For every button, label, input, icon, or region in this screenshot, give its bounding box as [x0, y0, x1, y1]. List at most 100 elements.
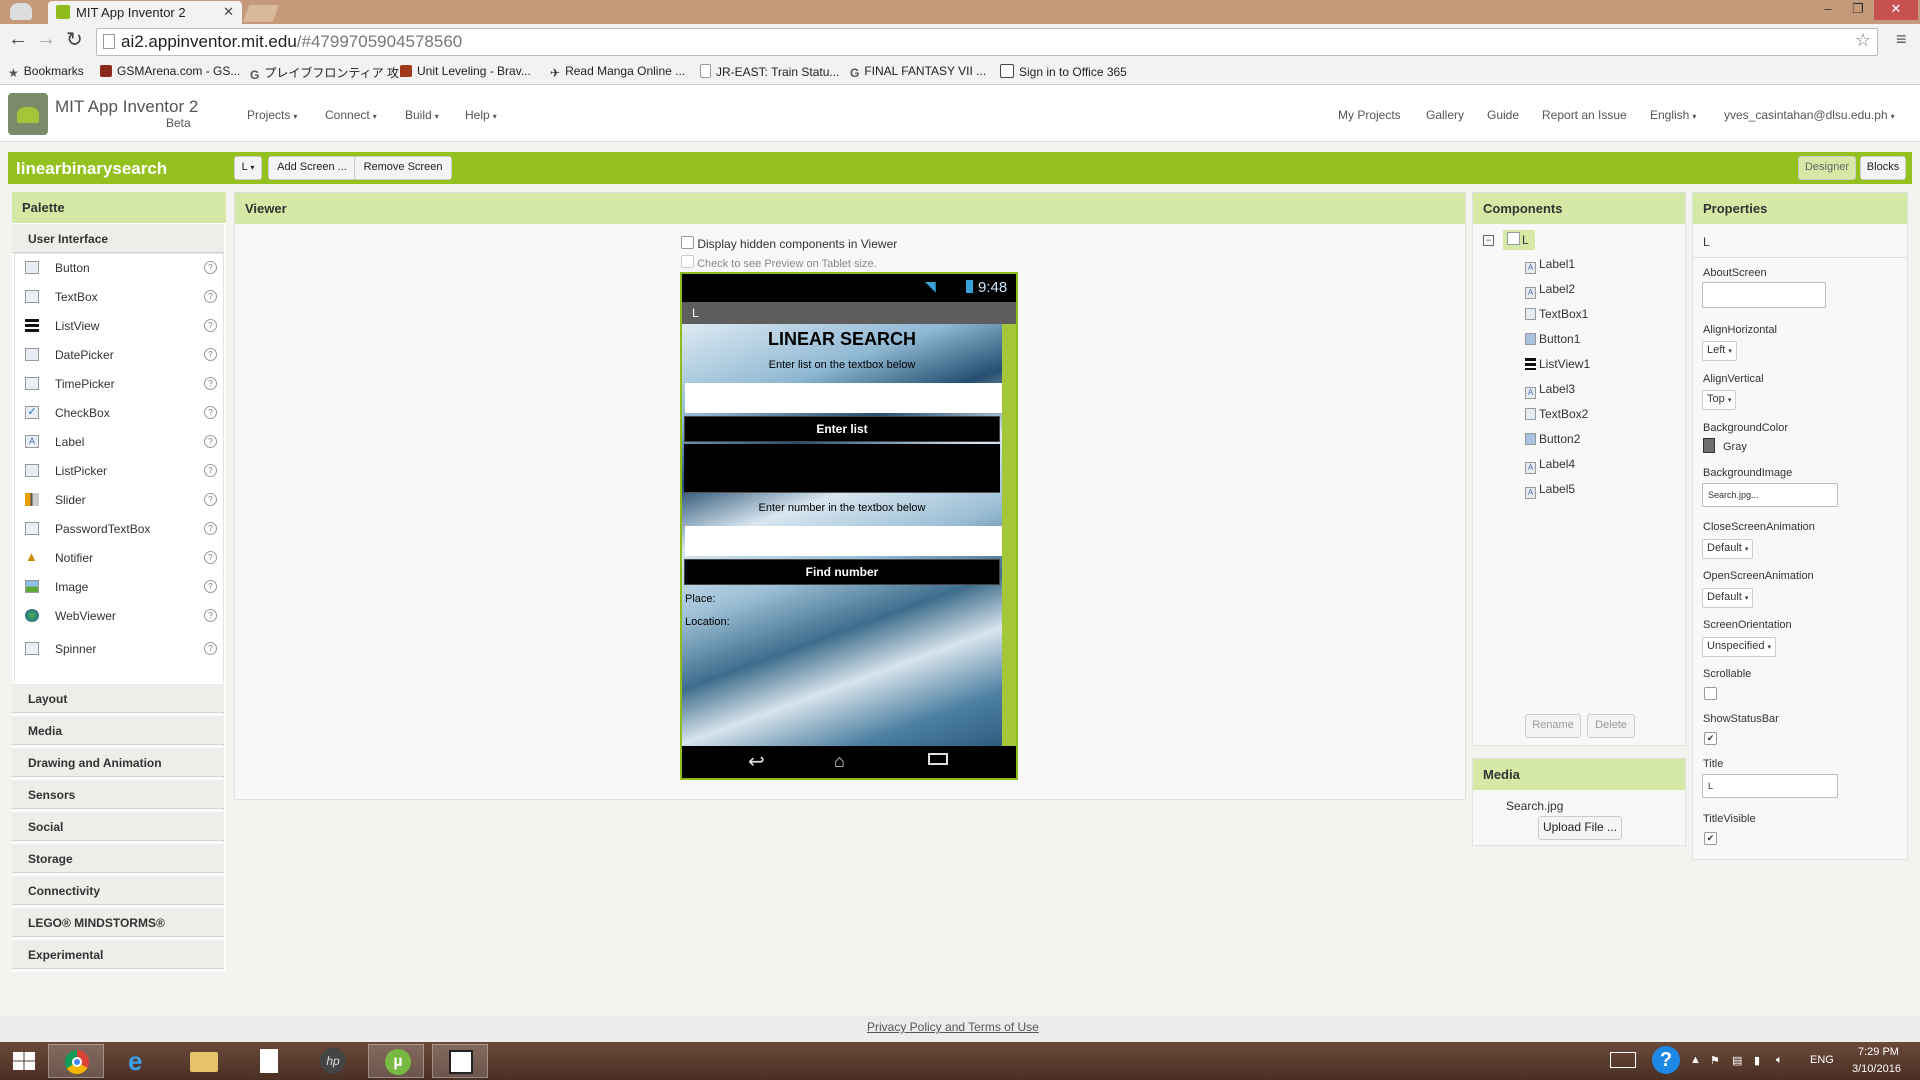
window-close-button[interactable]: ✕: [1874, 0, 1918, 20]
reload-icon[interactable]: ↻: [66, 27, 83, 52]
palette-item-notifier[interactable]: ▲ Notifier?: [15, 544, 225, 572]
star-icon[interactable]: ☆: [1855, 30, 1871, 51]
drawer-experimental[interactable]: Experimental: [12, 939, 224, 969]
privacy-policy-link[interactable]: Privacy Policy and Terms of Use: [867, 1020, 1039, 1034]
upload-file-button[interactable]: Upload File ...: [1538, 816, 1622, 840]
back-icon[interactable]: ←: [8, 28, 28, 51]
prop-scrollable-checkbox[interactable]: [1704, 687, 1717, 700]
bookmark-final-fantasy[interactable]: G FINAL FANTASY VII ...: [850, 64, 986, 80]
address-bar[interactable]: ai2.appinventor.mit.edu/#479970590457856…: [96, 28, 1878, 56]
hidden-components-option[interactable]: Display hidden components in Viewer: [681, 236, 897, 251]
help-icon[interactable]: ?: [204, 551, 217, 564]
tab-close-icon[interactable]: ✕: [223, 4, 234, 20]
browser-tab[interactable]: MIT App Inventor 2 ✕: [48, 1, 242, 24]
palette-item-button[interactable]: Button?: [15, 254, 225, 282]
palette-item-datepicker[interactable]: DatePicker?: [15, 341, 225, 369]
menu-projects[interactable]: Projects ▾: [247, 108, 297, 122]
palette-item-slider[interactable]: Slider?: [15, 486, 225, 514]
palette-item-listpicker[interactable]: ListPicker?: [15, 457, 225, 485]
link-report-issue[interactable]: Report an Issue: [1542, 108, 1627, 122]
palette-item-label[interactable]: A Label?: [15, 428, 225, 456]
tree-item-label2[interactable]: A Label2: [1525, 282, 1575, 299]
add-screen-button[interactable]: Add Screen ...: [268, 156, 356, 180]
phone-list-textbox[interactable]: [685, 383, 1002, 413]
show-hidden-icons-icon[interactable]: ▲: [1690, 1054, 1701, 1066]
prop-about-screen-input[interactable]: [1702, 282, 1826, 308]
prop-title-visible-checkbox[interactable]: ✔: [1704, 832, 1717, 845]
help-icon[interactable]: ?: [204, 290, 217, 303]
tree-item-label4[interactable]: A Label4: [1525, 457, 1575, 474]
prop-align-vertical-dropdown[interactable]: Top ▾: [1702, 390, 1737, 410]
delete-button[interactable]: Delete: [1587, 714, 1635, 738]
bookmark-read-manga[interactable]: ✈ Read Manga Online ...: [550, 64, 685, 80]
file-explorer-icon[interactable]: [176, 1044, 232, 1078]
bookmark-brave-frontier[interactable]: G プレイブフロンティア 攻...: [250, 64, 409, 82]
keyboard-icon[interactable]: [1610, 1052, 1636, 1068]
help-icon[interactable]: ?: [204, 406, 217, 419]
help-icon[interactable]: ?: [204, 377, 217, 390]
tree-item-textbox2[interactable]: TextBox2: [1525, 407, 1588, 421]
chrome-taskbar-icon[interactable]: [48, 1044, 104, 1078]
help-icon[interactable]: ?: [204, 319, 217, 332]
help-icon[interactable]: ?: [204, 642, 217, 655]
chrome-user-icon[interactable]: [10, 3, 32, 20]
tree-item-label5[interactable]: A Label5: [1525, 482, 1575, 499]
tree-item-label3[interactable]: A Label3: [1525, 382, 1575, 399]
prop-screen-orientation-dropdown[interactable]: Unspecified ▾: [1702, 637, 1777, 657]
drawer-storage[interactable]: Storage: [12, 843, 224, 873]
help-icon[interactable]: ?: [204, 493, 217, 506]
phone-enter-list-button[interactable]: Enter list: [684, 416, 1000, 442]
link-gallery[interactable]: Gallery: [1426, 108, 1464, 122]
drawer-layout[interactable]: Layout: [12, 683, 224, 713]
taskbar-time[interactable]: 7:29 PM: [1858, 1046, 1899, 1058]
help-icon[interactable]: ?: [1652, 1046, 1680, 1074]
prop-title-input[interactable]: L: [1702, 774, 1838, 798]
palette-item-listview[interactable]: ListView?: [15, 312, 225, 340]
link-guide[interactable]: Guide: [1487, 108, 1519, 122]
help-icon[interactable]: ?: [204, 261, 217, 274]
tablet-preview-checkbox[interactable]: [681, 255, 694, 268]
prop-background-color-picker[interactable]: Gray: [1703, 438, 1747, 453]
remove-screen-button[interactable]: Remove Screen: [354, 156, 452, 180]
drawer-drawing-animation[interactable]: Drawing and Animation: [12, 747, 224, 777]
component-root-screen[interactable]: L: [1503, 230, 1535, 250]
menu-connect[interactable]: Connect ▾: [325, 108, 377, 122]
help-icon[interactable]: ?: [204, 609, 217, 622]
palette-item-checkbox[interactable]: ✓ CheckBox?: [15, 399, 225, 427]
rename-button[interactable]: Rename: [1525, 714, 1581, 738]
menu-help[interactable]: Help ▾: [465, 108, 497, 122]
input-language[interactable]: ENG: [1810, 1054, 1834, 1066]
palette-item-passwordtextbox[interactable]: PasswordTextBox?: [15, 515, 225, 543]
tree-item-button2[interactable]: Button2: [1525, 432, 1580, 446]
bookmark-apps[interactable]: ★ Bookmarks: [8, 64, 84, 80]
help-icon[interactable]: ?: [204, 580, 217, 593]
help-icon[interactable]: ?: [204, 522, 217, 535]
phone-number-textbox[interactable]: [685, 526, 1002, 556]
user-menu[interactable]: yves_casintahan@dlsu.edu.ph ▾: [1724, 108, 1895, 122]
tree-item-listview1[interactable]: ListView1: [1525, 357, 1590, 371]
flag-icon[interactable]: ⚑: [1710, 1054, 1720, 1067]
utorrent-icon[interactable]: µ: [368, 1044, 424, 1078]
phone-find-number-button[interactable]: Find number: [684, 559, 1000, 585]
tablet-preview-option[interactable]: Check to see Preview on Tablet size.: [681, 255, 877, 270]
palette-item-timepicker[interactable]: TimePicker?: [15, 370, 225, 398]
prop-align-horizontal-dropdown[interactable]: Left ▾: [1702, 341, 1737, 361]
menu-build[interactable]: Build ▾: [405, 108, 439, 122]
tree-item-textbox1[interactable]: TextBox1: [1525, 307, 1588, 321]
prop-open-animation-dropdown[interactable]: Default ▾: [1702, 588, 1754, 608]
drawer-social[interactable]: Social: [12, 811, 224, 841]
palette-item-webviewer[interactable]: WebViewer?: [15, 602, 225, 630]
drawer-sensors[interactable]: Sensors: [12, 779, 224, 809]
windows-start-icon[interactable]: [4, 1044, 44, 1078]
palette-item-spinner[interactable]: Spinner?: [15, 635, 225, 663]
collapse-icon[interactable]: −: [1483, 235, 1494, 246]
bookmark-unit-leveling[interactable]: Unit Leveling - Brav...: [400, 64, 531, 78]
link-my-projects[interactable]: My Projects: [1338, 108, 1401, 122]
drawer-lego-mindstorms[interactable]: LEGO® MINDSTORMS®: [12, 907, 224, 937]
hidden-components-checkbox[interactable]: [681, 236, 694, 249]
language-menu[interactable]: English ▾: [1650, 108, 1696, 122]
taskbar-date[interactable]: 3/10/2016: [1852, 1063, 1901, 1075]
maximize-button[interactable]: ❐: [1844, 0, 1872, 20]
internet-explorer-icon[interactable]: e: [112, 1044, 168, 1078]
help-icon[interactable]: ?: [204, 464, 217, 477]
